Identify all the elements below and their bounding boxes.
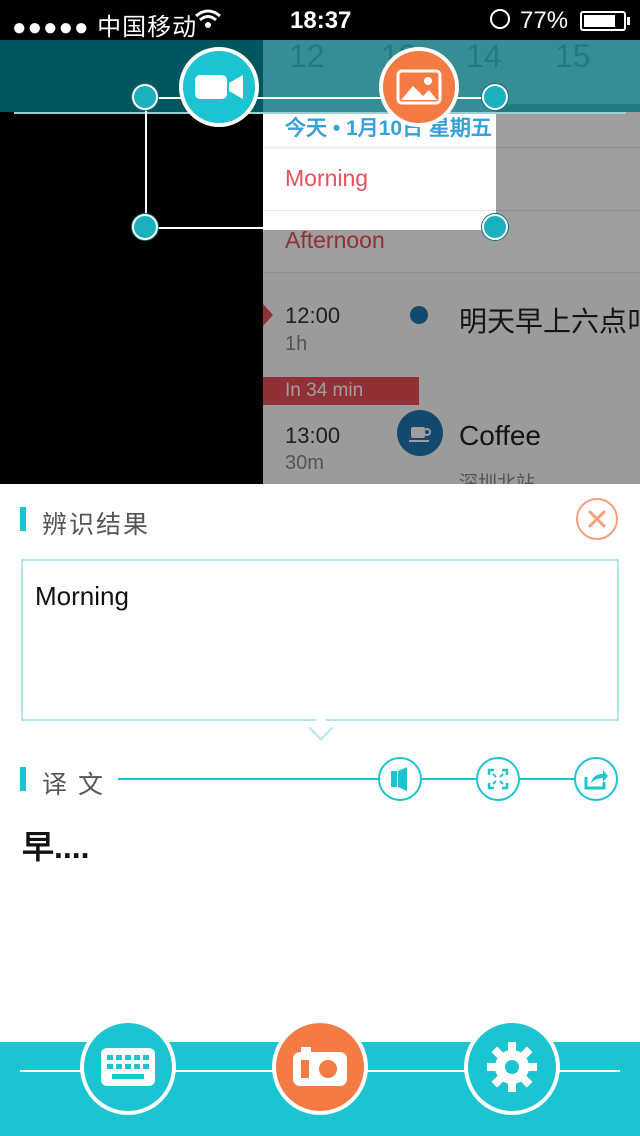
crop-handle-top-left[interactable]	[132, 84, 158, 110]
keyboard-icon	[101, 1048, 155, 1086]
crop-handle-bottom-left[interactable]	[132, 214, 158, 240]
close-icon	[588, 510, 606, 528]
wifi-icon	[195, 9, 221, 28]
close-button[interactable]	[576, 498, 618, 540]
battery-percent: 77%	[520, 7, 569, 34]
dim-overlay	[263, 230, 640, 484]
translation-text[interactable]: 早....	[22, 822, 90, 868]
crop-handle-bottom-right[interactable]	[482, 214, 508, 240]
keyboard-button[interactable]	[80, 1019, 176, 1115]
speaker-icon	[391, 767, 407, 791]
result-title: 辨识结果	[42, 511, 151, 539]
crop-handle-top-right[interactable]	[482, 84, 508, 110]
share-icon	[584, 770, 608, 790]
settings-button[interactable]	[464, 1019, 560, 1115]
result-text[interactable]: Morning	[35, 581, 129, 612]
video-mode-button[interactable]	[179, 47, 259, 127]
image-mode-button[interactable]	[379, 47, 459, 127]
dim-overlay	[496, 104, 640, 230]
translation-title: 译 文	[42, 771, 105, 799]
speak-button[interactable]	[378, 757, 422, 801]
image-icon	[396, 69, 442, 105]
section-marker	[20, 767, 26, 791]
fullscreen-button[interactable]	[476, 757, 520, 801]
translation-divider	[118, 778, 618, 780]
status-bar: ●●●●● 中国移动 18:37 77%	[0, 0, 640, 41]
result-textbox[interactable]: Morning	[21, 559, 619, 721]
camera-icon	[293, 1047, 347, 1086]
capture-button[interactable]	[272, 1019, 368, 1115]
fullscreen-icon	[487, 768, 509, 790]
share-button[interactable]	[574, 757, 618, 801]
section-marker	[20, 507, 26, 531]
crop-frame-edge	[145, 227, 263, 229]
clock: 18:37	[290, 7, 352, 34]
alarm-icon	[490, 9, 510, 29]
gear-icon	[487, 1042, 537, 1092]
video-camera-icon	[195, 75, 243, 99]
carrier-label: ●●●●● 中国移动	[12, 14, 198, 41]
battery-icon	[580, 11, 630, 31]
